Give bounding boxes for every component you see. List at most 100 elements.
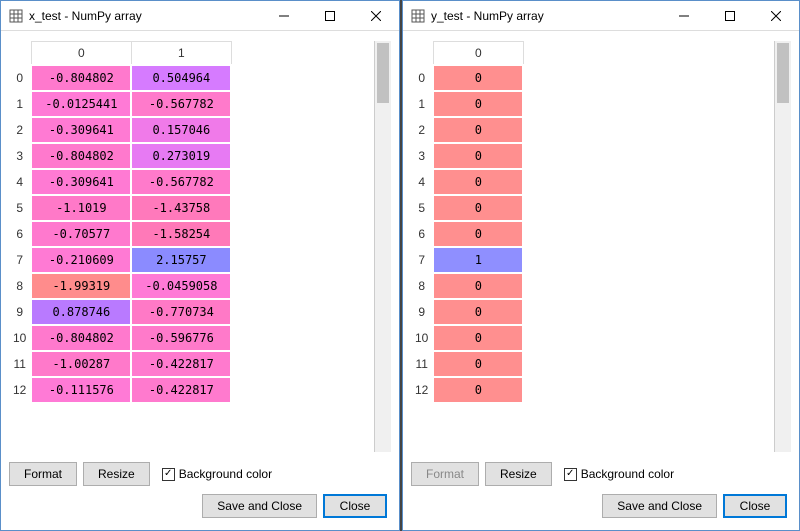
client-area: 0 00102030405060718090100110120 Format R… — [403, 31, 799, 530]
checkbox-label: Background color — [581, 467, 674, 481]
table-cell[interactable]: -0.0125441 — [31, 91, 131, 117]
row-header[interactable]: 10 — [411, 325, 433, 351]
table-cell[interactable]: 0 — [433, 377, 523, 403]
row-header[interactable]: 6 — [411, 221, 433, 247]
table-cell[interactable]: -0.0459058 — [131, 273, 231, 299]
row-header[interactable]: 0 — [9, 65, 31, 91]
resize-button[interactable]: Resize — [485, 462, 552, 486]
background-color-checkbox[interactable]: ✓ Background color — [162, 467, 272, 481]
row-header[interactable]: 5 — [9, 195, 31, 221]
row-header[interactable]: 1 — [411, 91, 433, 117]
table-cell[interactable]: -0.309641 — [31, 169, 131, 195]
save-and-close-button[interactable]: Save and Close — [602, 494, 717, 518]
table-cell[interactable]: 0.878746 — [31, 299, 131, 325]
table-cell[interactable]: 1 — [433, 247, 523, 273]
column-header[interactable]: 0 — [31, 42, 131, 66]
column-header[interactable]: 1 — [131, 42, 231, 66]
table-cell[interactable]: 0 — [433, 169, 523, 195]
table-cell[interactable]: -0.422817 — [131, 351, 231, 377]
maximize-button[interactable] — [707, 1, 753, 31]
titlebar[interactable]: y_test - NumPy array — [403, 1, 799, 31]
close-button[interactable] — [753, 1, 799, 31]
row-header[interactable]: 7 — [9, 247, 31, 273]
table-cell[interactable]: -0.804802 — [31, 325, 131, 351]
table-cell[interactable]: 0 — [433, 221, 523, 247]
row-header[interactable]: 9 — [411, 299, 433, 325]
row-header[interactable]: 9 — [9, 299, 31, 325]
row-header[interactable]: 7 — [411, 247, 433, 273]
titlebar[interactable]: x_test - NumPy array — [1, 1, 399, 31]
table-cell[interactable]: -0.567782 — [131, 91, 231, 117]
table-cell[interactable]: -0.804802 — [31, 143, 131, 169]
table-cell[interactable]: 0 — [433, 195, 523, 221]
row-header[interactable]: 8 — [9, 273, 31, 299]
table-cell[interactable]: 0.504964 — [131, 65, 231, 91]
row-header[interactable]: 11 — [9, 351, 31, 377]
table-cell[interactable]: 0 — [433, 351, 523, 377]
row-header[interactable]: 12 — [9, 377, 31, 403]
table-cell[interactable]: 0.157046 — [131, 117, 231, 143]
row-header[interactable]: 3 — [411, 143, 433, 169]
table-cell[interactable]: 0.273019 — [131, 143, 231, 169]
table-cell[interactable]: 0 — [433, 143, 523, 169]
table-cell[interactable]: -1.58254 — [131, 221, 231, 247]
row-header[interactable]: 2 — [9, 117, 31, 143]
row-header[interactable]: 5 — [411, 195, 433, 221]
maximize-button[interactable] — [307, 1, 353, 31]
table-cell[interactable]: -1.99319 — [31, 273, 131, 299]
table-row: 6-0.70577-1.58254 — [9, 221, 231, 247]
table-cell[interactable]: 0 — [433, 325, 523, 351]
array-table: 01 0-0.8048020.5049641-0.0125441-0.56778… — [9, 41, 232, 404]
table-cell[interactable]: -1.1019 — [31, 195, 131, 221]
table-cell[interactable]: 0 — [433, 273, 523, 299]
table-cell[interactable]: -0.804802 — [31, 65, 131, 91]
table-cell[interactable]: -0.770734 — [131, 299, 231, 325]
client-area: 01 0-0.8048020.5049641-0.0125441-0.56778… — [1, 31, 399, 530]
row-header[interactable]: 8 — [411, 273, 433, 299]
table-cell[interactable]: -0.111576 — [31, 377, 131, 403]
table-cell[interactable]: -0.422817 — [131, 377, 231, 403]
minimize-button[interactable] — [261, 1, 307, 31]
scrollbar-thumb[interactable] — [377, 43, 389, 103]
window-title: x_test - NumPy array — [29, 9, 261, 23]
row-header[interactable]: 11 — [411, 351, 433, 377]
row-header[interactable]: 4 — [411, 169, 433, 195]
table-cell[interactable]: -0.309641 — [31, 117, 131, 143]
close-dialog-button[interactable]: Close — [723, 494, 787, 518]
table-cell[interactable]: 0 — [433, 117, 523, 143]
table-row: 7-0.2106092.15757 — [9, 247, 231, 273]
table-row: 30 — [411, 143, 523, 169]
table-cell[interactable]: 0 — [433, 299, 523, 325]
column-header[interactable]: 0 — [433, 42, 523, 66]
format-button[interactable]: Format — [9, 462, 77, 486]
table-cell[interactable]: 0 — [433, 65, 523, 91]
table-row: 50 — [411, 195, 523, 221]
row-header[interactable]: 3 — [9, 143, 31, 169]
close-dialog-button[interactable]: Close — [323, 494, 387, 518]
table-cell[interactable]: 2.15757 — [131, 247, 231, 273]
resize-button[interactable]: Resize — [83, 462, 150, 486]
row-header[interactable]: 12 — [411, 377, 433, 403]
table-cell[interactable]: -1.00287 — [31, 351, 131, 377]
save-and-close-button[interactable]: Save and Close — [202, 494, 317, 518]
scrollbar-thumb[interactable] — [777, 43, 789, 103]
row-header[interactable]: 1 — [9, 91, 31, 117]
table-cell[interactable]: -0.70577 — [31, 221, 131, 247]
table-cell[interactable]: -0.567782 — [131, 169, 231, 195]
row-header[interactable]: 10 — [9, 325, 31, 351]
row-header[interactable]: 0 — [411, 65, 433, 91]
table-row: 11-1.00287-0.422817 — [9, 351, 231, 377]
table-cell[interactable]: -0.210609 — [31, 247, 131, 273]
close-button[interactable] — [353, 1, 399, 31]
minimize-button[interactable] — [661, 1, 707, 31]
vertical-scrollbar[interactable] — [374, 41, 391, 452]
row-header[interactable]: 4 — [9, 169, 31, 195]
table-row: 1-0.0125441-0.567782 — [9, 91, 231, 117]
background-color-checkbox[interactable]: ✓ Background color — [564, 467, 674, 481]
table-cell[interactable]: 0 — [433, 91, 523, 117]
vertical-scrollbar[interactable] — [774, 41, 791, 452]
row-header[interactable]: 2 — [411, 117, 433, 143]
row-header[interactable]: 6 — [9, 221, 31, 247]
table-cell[interactable]: -1.43758 — [131, 195, 231, 221]
table-cell[interactable]: -0.596776 — [131, 325, 231, 351]
